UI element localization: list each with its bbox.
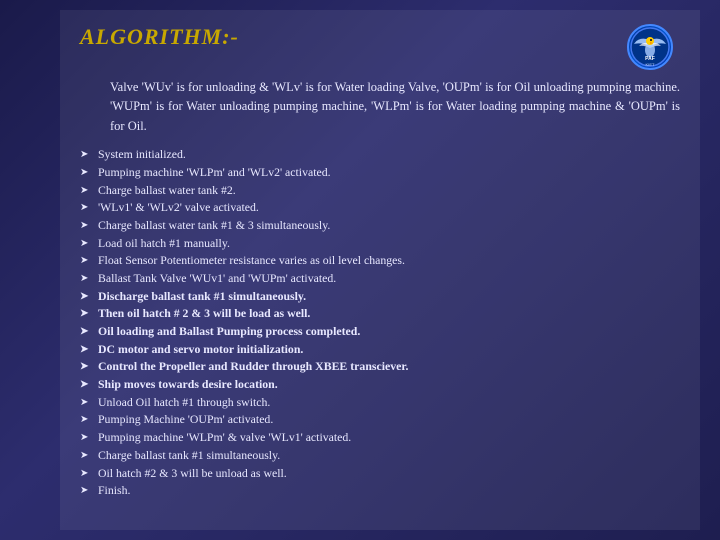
- list-item: Then oil hatch # 2 & 3 will be load as w…: [80, 305, 680, 323]
- algorithm-title: ALGORITHM:-: [80, 24, 239, 50]
- list-item: Charge ballast tank #1 simultaneously.: [80, 447, 680, 465]
- bullet-list: System initialized.Pumping machine 'WLPm…: [80, 146, 680, 500]
- list-item: Oil hatch #2 & 3 will be unload as well.: [80, 465, 680, 483]
- content-area: ALGORITHM:- PAF: [60, 10, 700, 530]
- list-item: Charge ballast water tank #1 & 3 simulta…: [80, 217, 680, 235]
- list-item: Finish.: [80, 482, 680, 500]
- list-item: System initialized.: [80, 146, 680, 164]
- intro-text: Valve 'WUv' is for unloading & 'WLv' is …: [80, 78, 680, 136]
- list-item: Ballast Tank Valve 'WUv1' and 'WUPm' act…: [80, 270, 680, 288]
- logo-area: PAF KIET: [620, 24, 680, 70]
- list-item: Pumping Machine 'OUPm' activated.: [80, 411, 680, 429]
- list-item: Ship moves towards desire location.: [80, 376, 680, 394]
- list-item: Float Sensor Potentiometer resistance va…: [80, 252, 680, 270]
- list-item: Load oil hatch #1 manually.: [80, 235, 680, 253]
- list-item: Oil loading and Ballast Pumping process …: [80, 323, 680, 341]
- logo-circle: PAF KIET: [627, 24, 673, 70]
- list-item: DC motor and servo motor initialization.: [80, 341, 680, 359]
- list-item: Pumping machine 'WLPm' & valve 'WLv1' ac…: [80, 429, 680, 447]
- list-item: Discharge ballast tank #1 simultaneously…: [80, 288, 680, 306]
- list-item: Unload Oil hatch #1 through switch.: [80, 394, 680, 412]
- list-item: Pumping machine 'WLPm' and 'WLv2' activa…: [80, 164, 680, 182]
- header-row: ALGORITHM:- PAF: [80, 24, 680, 70]
- list-item: Control the Propeller and Rudder through…: [80, 358, 680, 376]
- list-item: Charge ballast water tank #2.: [80, 182, 680, 200]
- svg-text:KIET: KIET: [646, 62, 655, 67]
- list-item: 'WLv1' & 'WLv2' valve activated.: [80, 199, 680, 217]
- logo-svg: PAF KIET: [629, 26, 671, 68]
